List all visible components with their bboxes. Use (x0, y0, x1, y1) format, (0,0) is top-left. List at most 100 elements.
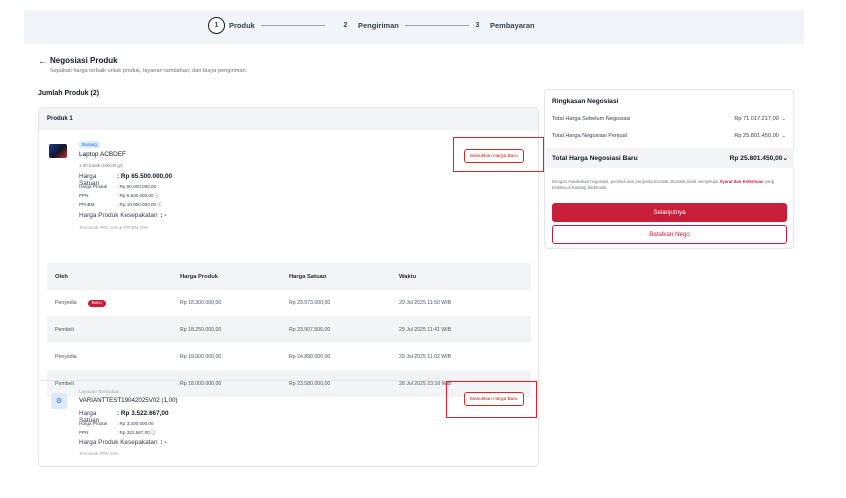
step-produk[interactable]: 1 Produk (208, 17, 325, 34)
service-name[interactable]: VARIANTTEST19042025V02 (1,00) (79, 397, 178, 404)
kesepakatan-row: Harga Produk Kesepakatan : - (79, 212, 167, 219)
back-arrow-icon[interactable]: ← (38, 56, 48, 67)
kesepakatan-value: : - (160, 212, 167, 219)
harga-produk-value: : Rp 50.000.000,00 (117, 184, 157, 189)
summary-total-row[interactable]: Total Harga Negosiasi Baru Rp 25.801.450… (546, 148, 794, 168)
cell-text: 29 Jul 2025 11:41 WIB (399, 326, 452, 333)
cell-harga-produk: Rp 18.300.000,00 (180, 300, 289, 306)
cell-text: Rp 23.973.000,00 (289, 300, 331, 306)
step-connector (260, 25, 325, 26)
summary-title: Ringkasan Negosiasi (552, 98, 619, 105)
cell-oleh: Penyedia (47, 354, 180, 360)
page-subtitle: Sepakati harga terbaik untuk produk, lay… (50, 68, 248, 74)
harga-produk-label: Harga Produk (79, 184, 108, 189)
chevron-down-icon[interactable]: ⌄ (782, 155, 788, 162)
cell-text: Rp 18.300.000,00 (180, 300, 222, 306)
summary-total-value: Rp 25.801.450,00 (729, 155, 783, 162)
cell-waktu: 29 Jul 2025 11:41 WIB (399, 327, 531, 333)
cell-harga-satuan: Rp 23.973.000,00 (289, 300, 399, 306)
cell-text: Rp 18.250.000,00 (180, 326, 222, 333)
harga-produk-label: Harga Produk (79, 421, 108, 426)
cell-harga-satuan: Rp 24.890.000,00 (289, 354, 399, 360)
cell-harga-satuan: Rp 23.907.500,00 (289, 327, 399, 333)
harga-produk-row: Harga Produk : Rp 50.000.000,00 (79, 184, 156, 189)
tax-note: Termasuk PPN 11% & PPnBM 20% (79, 225, 149, 230)
product-quantity: 1,00 Kotak (100,00 gr) (79, 163, 123, 168)
ppn-label: PPN (79, 193, 89, 198)
cell-text: Pembeli (55, 326, 74, 333)
ppn-value[interactable]: : Rp 322.667,00 ⓘ (117, 430, 156, 436)
kesepakatan-value: : - (160, 439, 167, 446)
service-icon: ⚙ (51, 393, 67, 409)
kesepakatan-label: Harga Produk Kesepakatan (79, 212, 158, 219)
chevron-down-icon[interactable]: ⌄ (782, 133, 786, 139)
terms-note-text: Dengan melakukan negosiasi, pembeli dan … (552, 179, 719, 184)
cell-text: Rp 19.000.000,00 (180, 353, 222, 360)
negotiation-summary: Ringkasan Negosiasi Total Harga Sebelum … (544, 89, 794, 249)
cell-harga-produk: Rp 19.000.000,00 (180, 354, 289, 360)
summary-label: Total Harga Sebelum Negosiasi (552, 116, 631, 122)
table-row: Pembeli Rp 18.250.000,00 Rp 23.907.500,00 2… (47, 316, 531, 343)
checkout-stepper: 1 Produk 2 Pengiriman 3 Pembayaran (24, 10, 804, 44)
step-number: 1 (208, 17, 225, 34)
ppnbm-value[interactable]: : Rp 10.000.000,00 ⓘ (117, 202, 162, 208)
cell-text: 29 Jul 2025 11:02 WIB (399, 353, 452, 360)
service-harga-produk-row: Harga Produk : Rp 3.200.000,00 (79, 421, 154, 426)
new-badge: Baru (87, 299, 106, 307)
laptop-thumbnail[interactable] (49, 144, 67, 158)
summary-row-before[interactable]: Total Harga Sebelum Negosiasi Rp 71.017.… (552, 116, 786, 122)
step-label: Produk (229, 21, 255, 30)
step-number: 2 (343, 22, 348, 29)
product-panel-title: Produk 1 (39, 108, 538, 130)
cell-waktu: 29 Jul 2025 11:50 WIB (399, 300, 531, 306)
column-header: Harga Satuan (289, 273, 327, 280)
table-header: Oleh Harga Produk Harga Satuan Waktu (47, 263, 531, 290)
service-kesepakatan-row: Harga Produk Kesepakatan : - (79, 439, 167, 446)
cell-oleh: Penyedia Baru (47, 299, 180, 307)
service-ppn-row: PPN : Rp 322.667,00 ⓘ (79, 430, 156, 436)
chevron-down-icon[interactable]: ⌄ (782, 116, 786, 122)
product-count: Jumlah Produk (2) (38, 90, 100, 97)
step-label: Pembayaran (490, 21, 535, 30)
cell-text: Penyedia (55, 353, 77, 360)
column-header: Waktu (399, 273, 417, 280)
column-header: Harga Produk (180, 273, 219, 280)
summary-total-label: Total Harga Negosiasi Baru (552, 154, 638, 162)
step-connector (404, 25, 469, 26)
ppn-row: PPN : Rp 5.500.000,00 ⓘ (79, 193, 159, 199)
summary-value: Rp 25.801.450,00 (734, 133, 779, 139)
cell-waktu: 29 Jul 2025 11:02 WIB (399, 354, 531, 360)
harga-produk-value: : Rp 3.200.000,00 (117, 421, 154, 426)
selanjutnya-button[interactable]: Selanjutnya (552, 203, 787, 222)
summary-label: Total Harga Negosiasi Penjual (552, 133, 627, 139)
step-pengiriman[interactable]: 2 Pengiriman (337, 17, 469, 34)
cell-harga-produk: Rp 18.250.000,00 (180, 327, 289, 333)
terms-link[interactable]: Syarat dan Ketentuan (719, 179, 763, 184)
cell-text: 29 Jul 2025 11:50 WIB (399, 300, 452, 306)
cell-oleh: Pembeli (47, 327, 180, 333)
cell-text: Penyedia (55, 300, 77, 306)
category-badge: Barang (79, 141, 100, 148)
service-tax-note: Termasuk PPN 11% (79, 451, 119, 456)
highlight-box (446, 381, 537, 418)
ppn-value[interactable]: : Rp 5.500.000,00 ⓘ (117, 193, 159, 199)
step-label: Pengiriman (358, 21, 399, 30)
kesepakatan-label: Harga Produk Kesepakatan (79, 439, 158, 446)
batalkan-nego-button[interactable]: Batalkan Nego (552, 225, 787, 244)
ppnbm-row: PPnBM : Rp 10.000.000,00 ⓘ (79, 202, 162, 208)
ppnbm-label: PPnBM (79, 202, 95, 207)
step-pembayaran[interactable]: 3 Pembayaran (469, 17, 535, 34)
summary-row-seller[interactable]: Total Harga Negosiasi Penjual Rp 25.801.… (552, 133, 786, 139)
table-row: Penyedia Rp 19.000.000,00 Rp 24.890.000,00… (47, 343, 531, 370)
service-category: Layanan Tambahan (79, 389, 120, 394)
highlight-box (453, 137, 544, 172)
product-name[interactable]: Laptop ACBDEF (79, 151, 126, 158)
negotiation-history-table: Oleh Harga Produk Harga Satuan Waktu Pen… (47, 263, 531, 397)
cell-text: Rp 23.907.500,00 (289, 326, 331, 333)
ppn-label: PPN (79, 430, 89, 435)
terms-note: Dengan melakukan negosiasi, pembeli dan … (552, 179, 788, 191)
column-header: Oleh (55, 273, 68, 280)
summary-value: Rp 71.017.217,00 (734, 116, 779, 122)
table-row: Penyedia Baru Rp 18.300.000,00 Rp 23.973.00… (47, 290, 531, 316)
page-title: Negosiasi Produk (50, 56, 118, 65)
